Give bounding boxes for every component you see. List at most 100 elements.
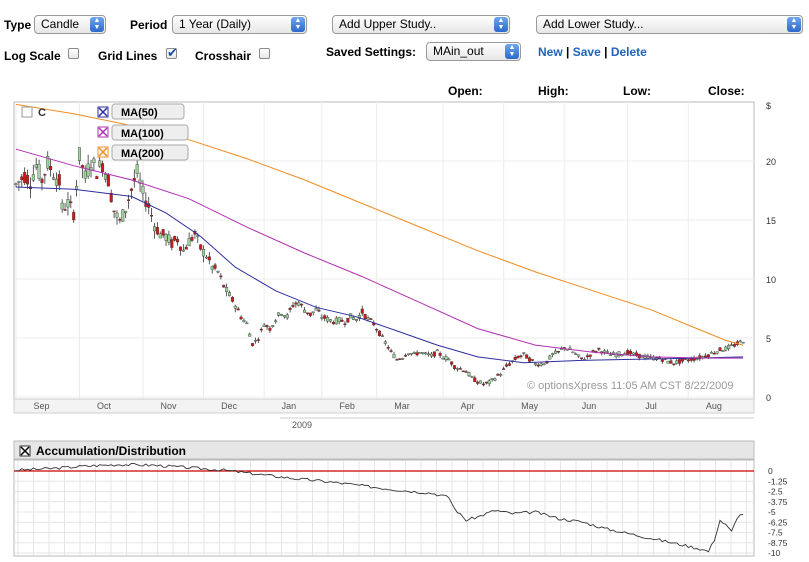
candle-body xyxy=(571,351,575,354)
ad-y-tick: -2.5 xyxy=(768,487,783,497)
candle-body xyxy=(718,347,722,352)
candle-body xyxy=(129,188,133,191)
candle-body xyxy=(606,351,610,353)
candle-body xyxy=(505,364,509,367)
candle-body xyxy=(150,215,154,217)
candle-body xyxy=(741,342,745,344)
candle-body xyxy=(447,358,451,361)
candle-body xyxy=(288,307,292,310)
watermark: © optionsXpress 11:05 AM CST 8/22/2009 xyxy=(527,380,733,392)
candle-body xyxy=(528,357,532,362)
candle-body xyxy=(533,363,537,366)
candle-body xyxy=(95,176,99,180)
candle-body xyxy=(72,211,76,221)
candle-body xyxy=(681,358,685,362)
ad-plot-frame xyxy=(13,459,755,557)
candle-body xyxy=(124,210,128,214)
candle-body xyxy=(467,372,471,377)
candle-body xyxy=(181,249,185,252)
ad-y-tick: -7.5 xyxy=(768,528,783,538)
candle-body xyxy=(458,368,462,370)
candle-body xyxy=(721,350,725,352)
candle-body xyxy=(245,322,249,325)
candle-body xyxy=(522,352,526,354)
candle-body xyxy=(634,352,638,356)
candle-body xyxy=(274,320,278,323)
candle-body xyxy=(496,373,500,376)
candle-body xyxy=(678,359,682,364)
price-y-axis: 0 5 10 15 20 $ xyxy=(766,101,776,403)
candle-body xyxy=(236,308,240,311)
candle-body xyxy=(121,209,125,222)
candle-body xyxy=(539,363,543,366)
candle-body xyxy=(170,239,174,248)
lower-panel-title: Accumulation/Distribution xyxy=(36,444,186,458)
candle-body xyxy=(424,352,428,354)
candle-body xyxy=(127,199,131,201)
candle-body xyxy=(271,325,275,327)
legend-symbol-box[interactable] xyxy=(21,106,33,118)
candle-body xyxy=(709,352,713,354)
candle-body xyxy=(199,244,203,250)
candle-body xyxy=(40,178,44,184)
candle-body xyxy=(706,354,710,358)
candle-body xyxy=(551,353,555,355)
candle-body xyxy=(585,355,589,358)
candle-body xyxy=(470,376,474,378)
legend-ma50-label: MA(50) xyxy=(121,107,158,119)
candle-body xyxy=(487,380,491,385)
month-tick-label: Jan xyxy=(282,401,297,411)
candle-body xyxy=(354,319,358,321)
candle-body xyxy=(519,355,523,357)
candle-body xyxy=(380,335,384,337)
month-tick-label: Nov xyxy=(160,401,177,411)
candle-body xyxy=(103,174,107,180)
price-x-axis: Sep Oct Nov Dec Jan Feb Mar Apr May Jun Jul Aug xyxy=(13,398,755,414)
candle-body xyxy=(43,174,47,176)
candle-body xyxy=(730,344,734,346)
candle-body xyxy=(556,350,560,353)
candle-body xyxy=(395,359,399,361)
candle-body xyxy=(438,352,442,356)
candle-body xyxy=(536,364,540,367)
candle-body xyxy=(352,317,356,320)
candle-body xyxy=(415,352,419,356)
candle-body xyxy=(152,226,156,232)
candle-body xyxy=(323,315,327,319)
candle-body xyxy=(732,344,736,347)
ad-y-tick: 0 xyxy=(768,466,773,476)
candle-body xyxy=(530,359,534,361)
candle-body xyxy=(481,383,485,386)
candle-body xyxy=(248,333,252,337)
candle-body xyxy=(574,353,578,355)
candle-body xyxy=(230,297,234,302)
candle-body xyxy=(363,314,367,319)
candle-body xyxy=(242,319,246,323)
candle-body xyxy=(507,363,511,366)
candle-body xyxy=(57,174,61,186)
candle-body xyxy=(727,345,731,350)
candle-body xyxy=(516,356,520,359)
candle-body xyxy=(225,287,229,293)
candle-body xyxy=(418,352,422,354)
candle-body xyxy=(429,353,433,357)
candle-body xyxy=(346,317,350,323)
candle-body xyxy=(277,312,281,316)
ad-y-axis: 0-1.25-2.5-3.75-5-6.25-7.5-8.75-10 xyxy=(768,466,788,558)
candle-body xyxy=(588,354,592,357)
candle-body xyxy=(294,302,298,305)
candle-body xyxy=(450,361,454,365)
candle-body xyxy=(484,381,488,384)
candle-body xyxy=(441,358,445,360)
price-y-tick: 20 xyxy=(766,157,776,167)
ad-y-tick: -1.25 xyxy=(768,476,788,486)
candle-body xyxy=(31,174,35,181)
month-tick-label: Jun xyxy=(582,401,597,411)
candle-body xyxy=(603,350,607,353)
candle-body xyxy=(421,352,425,354)
candle-body xyxy=(308,312,312,316)
legend-ma100-label: MA(100) xyxy=(121,128,164,140)
candle-body xyxy=(52,177,56,180)
candle-body xyxy=(464,371,468,373)
candle-body xyxy=(669,360,673,364)
